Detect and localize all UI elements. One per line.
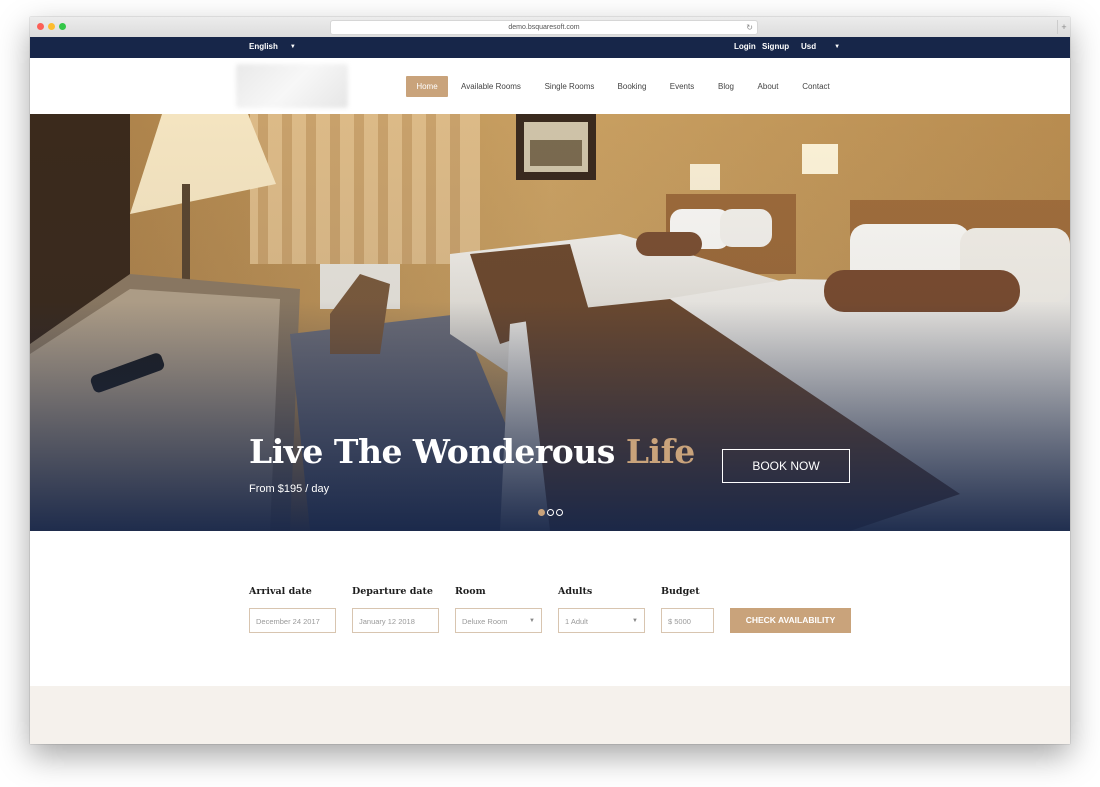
hero-title-main: Live The Wonderous: [249, 432, 615, 471]
nav-events[interactable]: Events: [666, 76, 698, 97]
adults-label: Adults: [558, 586, 593, 597]
budget-label: Budget: [661, 586, 700, 597]
nav-booking[interactable]: Booking: [614, 76, 650, 97]
departure-date-input[interactable]: January 12 2018: [352, 608, 439, 633]
plus-icon[interactable]: +: [1057, 20, 1070, 34]
nav-available-rooms[interactable]: Available Rooms: [458, 76, 524, 97]
book-now-button[interactable]: BOOK NOW: [722, 449, 850, 483]
hero-slider: Live The Wonderous Life From $195 / day …: [30, 114, 1070, 531]
browser-window: demo.bsquaresoft.com ↻ + English ▼ Login …: [30, 17, 1070, 744]
slider-dots: [538, 503, 565, 516]
departure-value: January 12 2018: [359, 617, 415, 626]
availability-form: Arrival date December 24 2017 Departure …: [30, 531, 1070, 686]
caret-down-icon: ▼: [289, 44, 296, 50]
hero-title-accent: Life: [625, 432, 695, 471]
caret-down-icon: ▼: [834, 44, 841, 50]
next-section-band: [30, 686, 1070, 744]
arrival-date-input[interactable]: December 24 2017: [249, 608, 336, 633]
budget-input[interactable]: $ 5000: [661, 608, 714, 633]
site-logo[interactable]: [236, 64, 348, 108]
currency-label: Usd: [801, 42, 817, 51]
signup-link[interactable]: Signup: [762, 42, 789, 51]
adults-value: 1 Adult: [565, 617, 588, 626]
room-select[interactable]: Deluxe Room ▼: [455, 608, 542, 633]
minimize-window-button[interactable]: [48, 23, 55, 30]
slide-dot-2[interactable]: [547, 509, 554, 516]
room-value: Deluxe Room: [462, 617, 508, 626]
language-label: English: [249, 42, 278, 51]
address-text: demo.bsquaresoft.com: [508, 24, 580, 31]
check-availability-button[interactable]: CHECK AVAILABILITY: [730, 608, 851, 633]
arrival-label: Arrival date: [249, 586, 312, 597]
nav-single-rooms[interactable]: Single Rooms: [540, 76, 599, 97]
address-bar[interactable]: demo.bsquaresoft.com ↻: [330, 20, 758, 35]
hero-subtitle: From $195 / day: [249, 483, 330, 495]
adults-select[interactable]: 1 Adult ▼: [558, 608, 645, 633]
nav-home[interactable]: Home: [406, 76, 448, 97]
top-bar: English ▼ Login Signup Usd ▼: [30, 37, 1070, 58]
hero-title: Live The Wonderous Life: [249, 432, 695, 471]
budget-value: $ 5000: [668, 617, 691, 626]
nav-contact[interactable]: Contact: [798, 76, 834, 97]
language-selector[interactable]: English ▼: [249, 42, 296, 51]
reload-icon[interactable]: ↻: [746, 21, 753, 34]
nav-about[interactable]: About: [754, 76, 782, 97]
currency-selector[interactable]: Usd ▼: [801, 42, 840, 51]
login-link[interactable]: Login: [734, 42, 756, 51]
maximize-window-button[interactable]: [59, 23, 66, 30]
select-arrow-icon: ▼: [529, 618, 535, 624]
browser-chrome: demo.bsquaresoft.com ↻ +: [30, 17, 1070, 38]
slide-dot-1[interactable]: [538, 509, 545, 516]
close-window-button[interactable]: [37, 23, 44, 30]
slide-dot-3[interactable]: [556, 509, 563, 516]
nav-blog[interactable]: Blog: [714, 76, 738, 97]
room-label: Room: [455, 586, 486, 597]
departure-label: Departure date: [352, 586, 433, 597]
select-arrow-icon: ▼: [632, 618, 638, 624]
arrival-value: December 24 2017: [256, 617, 320, 626]
main-navbar: Home Available Rooms Single Rooms Bookin…: [30, 58, 1070, 114]
